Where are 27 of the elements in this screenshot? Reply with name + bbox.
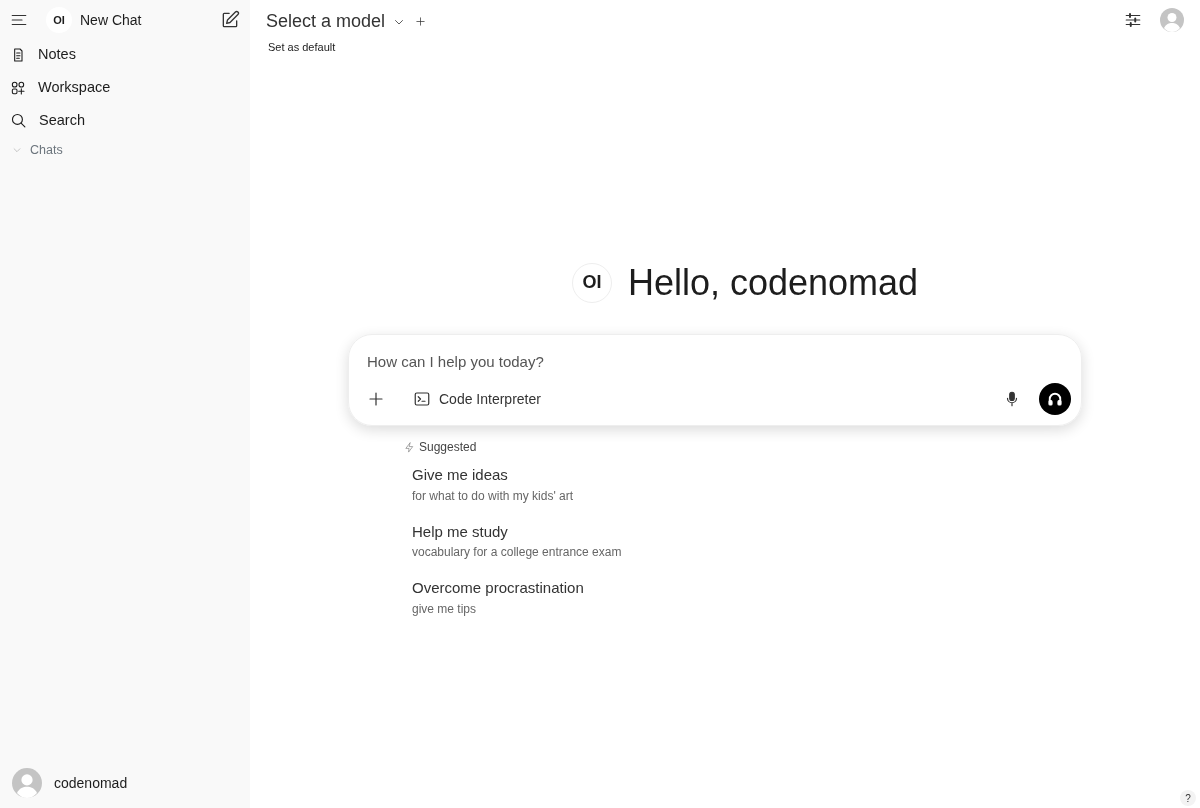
- sidebar-item[interactable]: Workspace: [8, 71, 242, 104]
- greeting-title: Hello, codenomad: [627, 260, 919, 305]
- edit-icon: [220, 10, 240, 30]
- sidebar-item[interactable]: Search: [8, 104, 242, 137]
- model-select[interactable]: Select a model: [266, 8, 406, 35]
- grid-plus-icon: [10, 79, 26, 96]
- voice-mode-button[interactable]: [1039, 383, 1071, 415]
- help-button[interactable]: ?: [1180, 790, 1196, 806]
- user-name[interactable]: codenomad: [54, 772, 128, 794]
- suggestion-item[interactable]: Help me study vocabulary for a college entrance exam: [404, 520, 1082, 561]
- headphones-icon: [1046, 390, 1064, 408]
- plus-icon: [367, 390, 385, 408]
- logo: OI: [46, 7, 72, 33]
- bolt-icon: [404, 441, 415, 453]
- tool-button[interactable]: Code Interpreter: [411, 386, 543, 412]
- search-icon: [10, 112, 27, 129]
- chats-section-toggle[interactable]: Chats: [30, 141, 63, 160]
- message-composer[interactable]: How can I help you today? Code Interpreter: [348, 333, 1082, 426]
- suggested-label: Suggested: [419, 439, 477, 456]
- suggestion-item[interactable]: Overcome procrastination give me tips: [404, 577, 1082, 618]
- plus-icon: [415, 16, 427, 27]
- set-default-link[interactable]: Set as default: [268, 39, 429, 56]
- sidebar-item[interactable]: Notes: [8, 38, 242, 71]
- new-chat-link[interactable]: New Chat: [80, 9, 142, 31]
- suggestion-item[interactable]: Give me ideas for what to do with my kids' art: [404, 464, 1082, 505]
- sliders-icon: [1124, 11, 1142, 29]
- terminal-icon: [413, 390, 431, 408]
